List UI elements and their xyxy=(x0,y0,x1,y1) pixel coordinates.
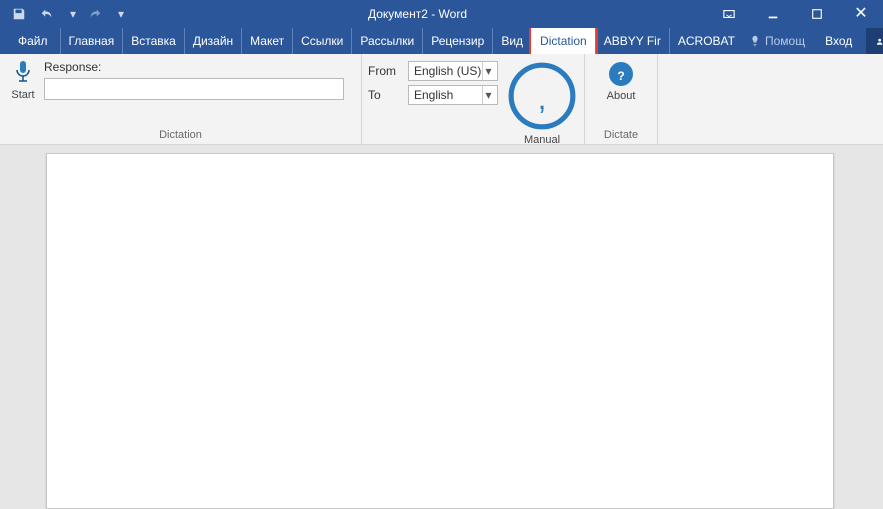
minimize-icon[interactable] xyxy=(751,0,795,28)
question-icon: ? xyxy=(607,60,635,88)
response-label: Response: xyxy=(44,60,355,74)
sign-in-button[interactable]: Вход xyxy=(815,34,862,48)
about-button[interactable]: ? About xyxy=(591,60,651,103)
chevron-down-icon: ▾ xyxy=(482,86,494,104)
window-title: Документ2 - Word xyxy=(128,7,707,21)
tab-review[interactable]: Рецензир xyxy=(422,28,492,54)
tab-acrobat[interactable]: ACROBAT xyxy=(669,28,743,54)
tab-file[interactable]: Файл xyxy=(6,28,60,54)
person-icon xyxy=(876,35,883,48)
tab-abbyy[interactable]: ABBYY Fir xyxy=(595,28,669,54)
tab-mailings[interactable]: Рассылки xyxy=(351,28,422,54)
chevron-down-icon: ▾ xyxy=(482,62,494,80)
group-dictation-label: Dictation xyxy=(6,127,355,144)
tab-layout[interactable]: Макет xyxy=(241,28,292,54)
to-label: To xyxy=(368,88,404,102)
tell-me-search[interactable]: Помощ xyxy=(743,34,811,48)
maximize-icon[interactable] xyxy=(795,0,839,28)
tab-dictation[interactable]: Dictation xyxy=(531,28,595,54)
punctuation-icon: , xyxy=(506,60,578,132)
group-dictate-label: Dictate xyxy=(591,127,651,144)
microphone-icon xyxy=(14,60,32,87)
lightbulb-icon xyxy=(749,35,761,47)
tab-insert[interactable]: Вставка xyxy=(122,28,184,54)
qat-customize-icon[interactable]: ▾ xyxy=(114,2,128,26)
tab-view[interactable]: Вид xyxy=(492,28,531,54)
share-button[interactable]: Общий доступ xyxy=(866,28,883,54)
start-dictation-button[interactable]: Start xyxy=(6,60,40,101)
tab-home[interactable]: Главная xyxy=(60,28,123,54)
svg-text:?: ? xyxy=(617,69,624,83)
undo-dropdown-icon[interactable]: ▾ xyxy=(66,2,80,26)
response-input[interactable] xyxy=(44,78,344,100)
undo-icon[interactable] xyxy=(34,2,60,26)
redo-icon[interactable] xyxy=(82,2,108,26)
svg-text:,: , xyxy=(538,81,547,116)
from-language-select[interactable]: English (US) ▾ xyxy=(408,61,498,81)
to-language-select[interactable]: English ▾ xyxy=(408,85,498,105)
save-icon[interactable] xyxy=(6,2,32,26)
from-label: From xyxy=(368,64,404,78)
tab-references[interactable]: Ссылки xyxy=(292,28,351,54)
document-canvas xyxy=(0,145,883,507)
document-page[interactable] xyxy=(46,153,834,509)
ribbon-options-icon[interactable] xyxy=(707,0,751,28)
close-icon[interactable]: ✕ xyxy=(839,0,883,28)
tab-design[interactable]: Дизайн xyxy=(184,28,241,54)
